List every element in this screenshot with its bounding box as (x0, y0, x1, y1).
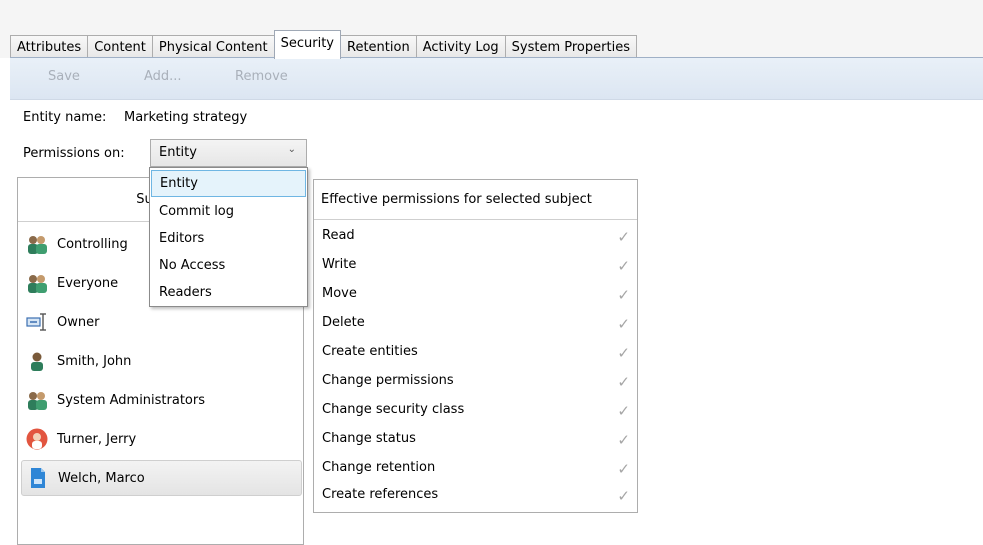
checkmark-icon: ✓ (617, 460, 630, 478)
subject-name: Welch, Marco (58, 470, 145, 486)
group-icon (28, 392, 47, 410)
checkmark-icon: ✓ (617, 286, 630, 304)
dropdown-option-commit-log[interactable]: Commit log (151, 198, 306, 225)
checkmark-icon: ✓ (617, 431, 630, 449)
subject-item-smith-john[interactable]: Smith, John (21, 343, 302, 379)
checkmark-icon: ✓ (617, 315, 630, 333)
permission-label: Write (322, 257, 357, 272)
checkmark-icon: ✓ (617, 228, 630, 246)
subject-name: Controlling (57, 236, 128, 252)
permission-label: Change security class (322, 402, 465, 417)
effective-permissions-header: Effective permissions for selected subje… (314, 180, 637, 220)
permissions-on-select[interactable]: Entity ⌄ (150, 139, 307, 167)
tab-bar: Attributes Content Physical Content Secu… (10, 30, 637, 60)
permission-label: Change permissions (322, 373, 454, 388)
permission-label: Read (322, 228, 355, 243)
user-avatar-icon (26, 428, 48, 450)
permission-label: Change retention (322, 460, 436, 475)
permission-label: Create references (322, 487, 439, 502)
permission-label: Move (322, 286, 357, 301)
add-button[interactable]: Add... (144, 69, 182, 84)
permission-label: Delete (322, 315, 365, 330)
checkmark-icon: ✓ (617, 344, 630, 362)
user-icon (31, 352, 43, 371)
dropdown-option-no-access[interactable]: No Access (151, 252, 306, 279)
tab-security[interactable]: Security (273, 30, 341, 59)
tab-strip: Attributes Content Physical Content Secu… (0, 0, 983, 60)
permission-row-change-security-class: Change security class ✓ (322, 400, 632, 428)
checkmark-icon: ✓ (617, 402, 630, 420)
permission-row-change-permissions: Change permissions ✓ (322, 371, 632, 399)
subject-item-turner-jerry[interactable]: Turner, Jerry (21, 421, 302, 457)
permission-label: Change status (322, 431, 416, 446)
remove-button[interactable]: Remove (235, 69, 288, 84)
permission-row-write: Write ✓ (322, 255, 632, 283)
dropdown-option-editors[interactable]: Editors (151, 225, 306, 252)
subject-name: Turner, Jerry (57, 431, 137, 447)
permission-row-create-entities: Create entities ✓ (322, 342, 632, 370)
permission-label: Create entities (322, 344, 418, 359)
entity-name-label: Entity name: (23, 110, 107, 125)
chevron-down-icon: ⌄ (287, 144, 296, 155)
effective-permissions-panel: Effective permissions for selected subje… (313, 179, 638, 513)
dropdown-option-readers[interactable]: Readers (151, 279, 306, 306)
permission-row-delete: Delete ✓ (322, 313, 632, 341)
user-card-icon (31, 468, 45, 488)
subject-name: System Administrators (57, 392, 206, 408)
subject-item-owner[interactable]: Owner (21, 304, 302, 340)
owner-icon (26, 313, 46, 331)
subject-name: Smith, John (57, 353, 132, 369)
subject-name: Owner (57, 314, 100, 330)
group-icon (28, 236, 47, 254)
permission-row-create-references: Create references ✓ (322, 485, 632, 513)
permission-row-read: Read ✓ (322, 226, 632, 254)
entity-name-value: Marketing strategy (124, 110, 248, 125)
permissions-on-dropdown: Entity Commit log Editors No Access Read… (149, 167, 308, 307)
permission-row-change-retention: Change retention ✓ (322, 458, 632, 486)
checkmark-icon: ✓ (617, 373, 630, 391)
subject-item-system-administrators[interactable]: System Administrators (21, 382, 302, 418)
subject-name: Everyone (57, 275, 119, 291)
group-icon (28, 275, 47, 293)
permissions-on-label: Permissions on: (23, 146, 125, 161)
permissions-on-value: Entity (159, 145, 197, 160)
subject-item-welch-marco[interactable]: Welch, Marco (21, 460, 302, 496)
checkmark-icon: ✓ (617, 487, 630, 505)
save-button[interactable]: Save (48, 69, 80, 84)
permission-row-move: Move ✓ (322, 284, 632, 312)
permission-row-change-status: Change status ✓ (322, 429, 632, 457)
toolbar: Save Add... Remove (10, 58, 983, 100)
checkmark-icon: ✓ (617, 257, 630, 275)
dropdown-option-entity[interactable]: Entity (151, 170, 306, 197)
